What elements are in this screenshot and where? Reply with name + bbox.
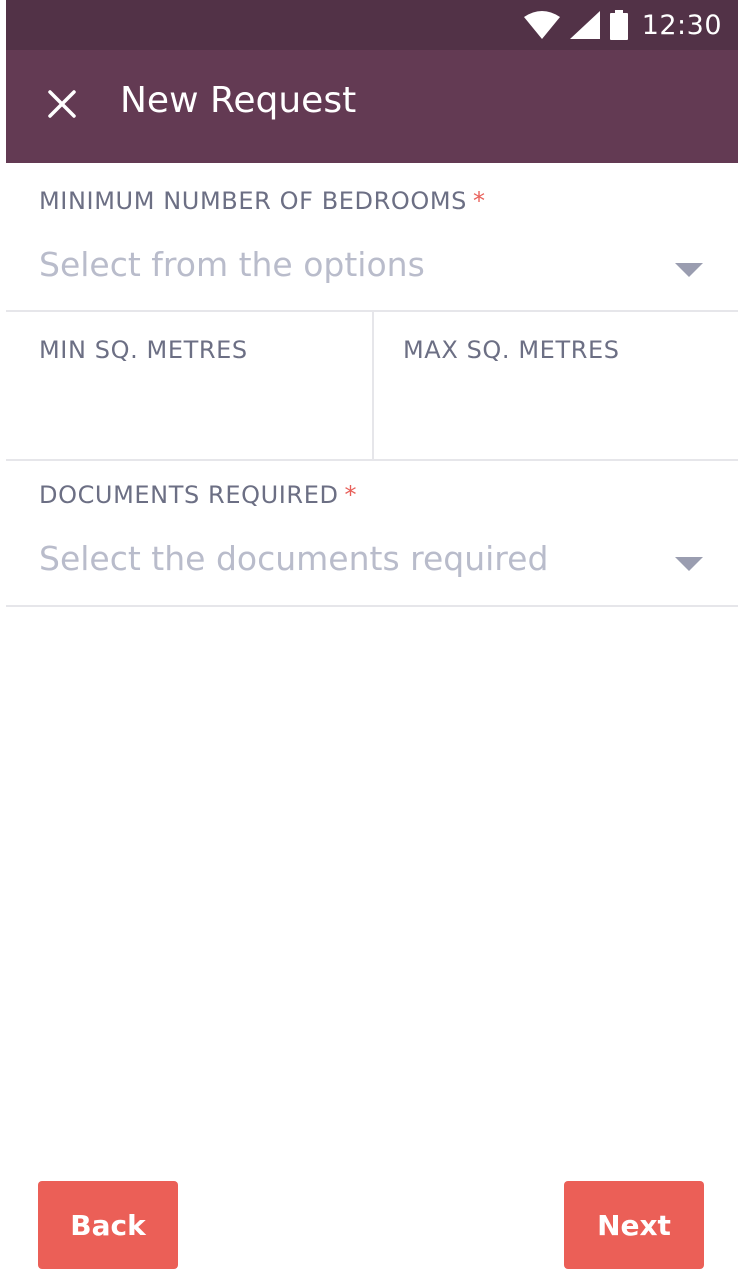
chevron-down-icon[interactable]: [675, 263, 703, 277]
app-bar: New Request: [6, 50, 738, 163]
max-sq-metres-label: MAX SQ. METRES: [403, 336, 620, 364]
documents-label-text: DOCUMENTS REQUIRED: [39, 481, 339, 509]
sq-metres-row: MIN SQ. METRES MAX SQ. METRES: [6, 312, 738, 461]
signal-icon: [569, 11, 600, 39]
page-title: New Request: [120, 80, 357, 121]
bedrooms-label-text: MINIMUM NUMBER OF BEDROOMS: [39, 187, 468, 215]
documents-placeholder: Select the documents required: [39, 539, 549, 578]
status-time: 12:30: [641, 9, 722, 41]
status-bar: 12:30: [6, 0, 738, 50]
chevron-down-icon[interactable]: [675, 557, 703, 571]
max-sq-metres-field[interactable]: MAX SQ. METRES: [374, 312, 738, 459]
bedrooms-placeholder: Select from the options: [39, 245, 425, 284]
min-sq-metres-field[interactable]: MIN SQ. METRES: [6, 312, 372, 459]
status-icons: 12:30: [523, 9, 722, 41]
wifi-icon: [523, 11, 560, 39]
required-mark: *: [344, 481, 358, 509]
battery-icon: [609, 10, 628, 40]
close-button[interactable]: [42, 84, 82, 124]
back-button[interactable]: Back: [38, 1181, 178, 1269]
close-icon: [48, 90, 76, 118]
documents-label: DOCUMENTS REQUIRED *: [39, 481, 357, 509]
bedrooms-select[interactable]: MINIMUM NUMBER OF BEDROOMS * Select from …: [6, 163, 738, 312]
required-mark: *: [473, 187, 486, 215]
bedrooms-label: MINIMUM NUMBER OF BEDROOMS *: [39, 187, 486, 215]
next-button[interactable]: Next: [564, 1181, 704, 1269]
documents-select[interactable]: DOCUMENTS REQUIRED * Select the documents…: [6, 461, 738, 607]
min-sq-metres-label: MIN SQ. METRES: [39, 336, 248, 364]
screen: 12:30 New Request MINIMUM NUMBER OF BEDR…: [6, 0, 738, 1277]
